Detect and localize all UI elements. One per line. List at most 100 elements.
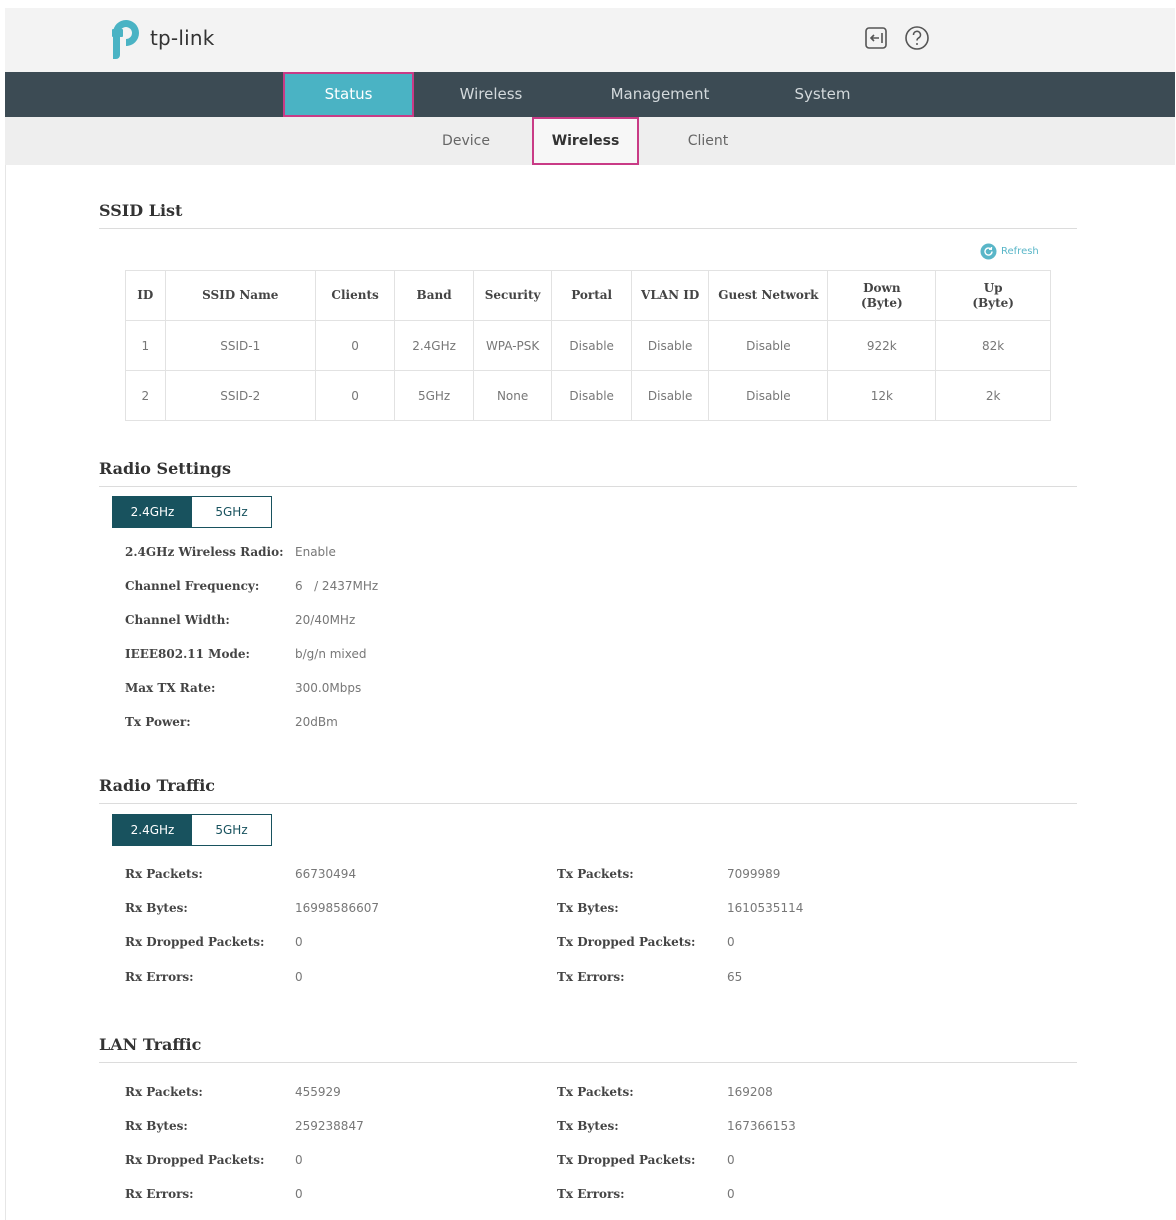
radio-tx-packets-value: 7099989 (727, 867, 781, 881)
cell-guest-network: Disable (708, 370, 829, 421)
radio-rx-bytes-label: Rx Bytes: (125, 901, 188, 915)
logout-icon[interactable] (862, 24, 890, 52)
channel-frequency-value: 6 / 2437MHz (295, 579, 379, 593)
radio-settings-divider (99, 486, 1077, 487)
wireless-radio-value: Enable (295, 545, 336, 559)
radio-rx-dropped-label: Rx Dropped Packets: (125, 935, 265, 949)
channel-width-label: Channel Width: (125, 613, 230, 627)
radio-traffic-title: Radio Traffic (99, 776, 216, 795)
cell-ssid-name: SSID-2 (164, 370, 316, 421)
cell-portal: Disable (551, 320, 632, 371)
radio-settings-title: Radio Settings (99, 459, 231, 478)
cell-guest-network: Disable (708, 320, 829, 371)
col-security: Security (472, 270, 553, 321)
radio-traffic-tab-2g[interactable]: 2.4GHz (113, 815, 192, 845)
refresh-button[interactable]: Refresh (980, 243, 1039, 260)
channel-frequency-label: Channel Frequency: (125, 579, 260, 593)
radio-tx-dropped-label: Tx Dropped Packets: (557, 935, 696, 949)
radio-tx-dropped-value: 0 (727, 935, 735, 949)
radio-traffic-divider (99, 803, 1077, 804)
radio-settings-band-toggle: 2.4GHz 5GHz (112, 496, 272, 528)
ieee-mode-label: IEEE802.11 Mode: (125, 647, 250, 661)
refresh-icon (980, 243, 997, 260)
cell-vlan-id: Disable (630, 370, 710, 421)
col-vlan-id: VLAN ID (630, 270, 710, 321)
lan-tx-dropped-value: 0 (727, 1153, 735, 1167)
main-nav: Status Wireless Management System (5, 72, 1175, 117)
radio-rx-errors-label: Rx Errors: (125, 970, 194, 984)
max-tx-rate-value: 300.0Mbps (295, 681, 362, 695)
lan-rx-dropped-label: Rx Dropped Packets: (125, 1153, 265, 1167)
tx-power-label: Tx Power: (125, 715, 191, 729)
nav-system[interactable]: System (765, 72, 880, 117)
ssid-table: ID SSID Name Clients Band Security Porta… (125, 270, 1051, 421)
col-guest-network: Guest Network (708, 270, 829, 321)
nav-management[interactable]: Management (590, 72, 730, 117)
subnav-device[interactable]: Device (425, 117, 507, 165)
col-band: Band (394, 270, 474, 321)
radio-rx-packets-value: 66730494 (295, 867, 357, 881)
lan-rx-dropped-value: 0 (295, 1153, 303, 1167)
wireless-radio-label: 2.4GHz Wireless Radio: (125, 545, 284, 559)
cell-down: 922k (827, 320, 937, 371)
lan-rx-bytes-label: Rx Bytes: (125, 1119, 188, 1133)
cell-vlan-id: Disable (630, 320, 710, 371)
lan-tx-bytes-value: 167366153 (727, 1119, 796, 1133)
radio-rx-bytes-value: 16998586607 (295, 901, 379, 915)
cell-security: WPA-PSK (472, 320, 553, 371)
nav-wireless[interactable]: Wireless (429, 72, 553, 117)
lan-tx-packets-label: Tx Packets: (557, 1085, 634, 1099)
col-down: Down (Byte) (827, 270, 937, 321)
lan-rx-errors-value: 0 (295, 1187, 303, 1201)
nav-status[interactable]: Status (283, 72, 414, 117)
channel-width-value: 20/40MHz (295, 613, 356, 627)
ssid-list-divider (99, 228, 1077, 229)
cell-band: 5GHz (394, 370, 474, 421)
radio-rx-packets-label: Rx Packets: (125, 867, 203, 881)
cell-band: 2.4GHz (394, 320, 474, 371)
cell-id: 1 (125, 320, 166, 371)
lan-traffic-title: LAN Traffic (99, 1035, 202, 1054)
cell-down: 12k (827, 370, 937, 421)
cell-clients: 0 (314, 370, 396, 421)
radio-tx-errors-value: 65 (727, 970, 743, 984)
cell-up: 2k (935, 370, 1051, 421)
cell-up: 82k (935, 320, 1051, 371)
radio-traffic-tab-5g[interactable]: 5GHz (192, 815, 271, 845)
radio-rx-dropped-value: 0 (295, 935, 303, 949)
radio-tx-packets-label: Tx Packets: (557, 867, 634, 881)
lan-tx-dropped-label: Tx Dropped Packets: (557, 1153, 696, 1167)
lan-tx-bytes-label: Tx Bytes: (557, 1119, 619, 1133)
tp-link-logo: tp-link (104, 16, 215, 60)
radio-settings-tab-5g[interactable]: 5GHz (192, 497, 271, 527)
col-up: Up (Byte) (935, 270, 1051, 321)
lan-tx-packets-value: 169208 (727, 1085, 773, 1099)
cell-portal: Disable (551, 370, 632, 421)
ieee-mode-value: b/g/n mixed (295, 647, 367, 661)
lan-traffic-divider (99, 1062, 1077, 1063)
subnav-client[interactable]: Client (671, 117, 745, 165)
radio-rx-errors-value: 0 (295, 970, 303, 984)
sub-nav: Device Wireless Client (5, 117, 1175, 165)
subnav-wireless[interactable]: Wireless (532, 117, 639, 165)
cell-security: None (472, 370, 553, 421)
radio-settings-tab-2g[interactable]: 2.4GHz (113, 497, 192, 527)
col-id: ID (125, 270, 166, 321)
lan-tx-errors-value: 0 (727, 1187, 735, 1201)
tp-link-logo-icon (104, 16, 148, 60)
ssid-table-header: ID SSID Name Clients Band Security Porta… (125, 270, 1051, 321)
cell-clients: 0 (314, 320, 396, 371)
lan-rx-packets-label: Rx Packets: (125, 1085, 203, 1099)
lan-rx-errors-label: Rx Errors: (125, 1187, 194, 1201)
ssid-list-title: SSID List (99, 201, 183, 220)
max-tx-rate-label: Max TX Rate: (125, 681, 216, 695)
table-row: 1 SSID-1 0 2.4GHz WPA-PSK Disable Disabl… (125, 320, 1051, 371)
radio-tx-bytes-label: Tx Bytes: (557, 901, 619, 915)
lan-tx-errors-label: Tx Errors: (557, 1187, 625, 1201)
radio-tx-bytes-value: 1610535114 (727, 901, 804, 915)
help-icon[interactable] (903, 24, 931, 52)
lan-rx-bytes-value: 259238847 (295, 1119, 364, 1133)
radio-tx-errors-label: Tx Errors: (557, 970, 625, 984)
col-clients: Clients (314, 270, 396, 321)
cell-ssid-name: SSID-1 (164, 320, 316, 371)
